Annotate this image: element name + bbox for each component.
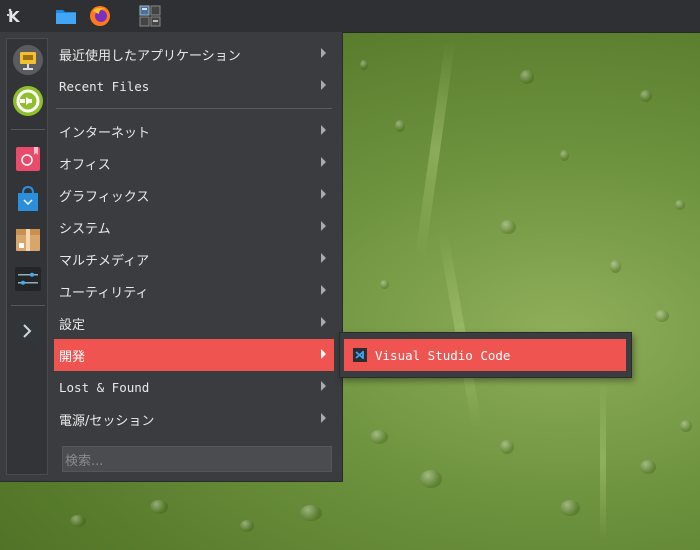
menu-item-internet[interactable]: インターネット (54, 115, 334, 147)
menu-item-multimedia[interactable]: マルチメディア (54, 243, 334, 275)
submenu-arrow-icon (321, 157, 326, 167)
kde-launcher-button[interactable]: K (4, 4, 28, 28)
favorite-discover[interactable] (12, 183, 44, 215)
submenu-arrow-icon (321, 189, 326, 199)
favorite-debian-package[interactable] (12, 143, 44, 175)
development-submenu: Visual Studio Code (339, 332, 632, 378)
menu-item-system[interactable]: システム (54, 211, 334, 243)
menu-item-label: グラフィックス (59, 189, 150, 205)
menu-item-recent-files[interactable]: Recent Files (54, 70, 334, 102)
menu-item-label: オフィス (59, 157, 111, 173)
firefox-button[interactable] (88, 4, 112, 28)
favorite-package-box[interactable] (12, 223, 44, 255)
folder-icon (56, 10, 76, 24)
submenu-item-vscode[interactable]: Visual Studio Code (344, 339, 626, 371)
debian-package-icon (16, 147, 40, 171)
virtual-desktop-pager[interactable] (138, 4, 162, 28)
menu-item-label: マルチメディア (59, 253, 150, 269)
menu-item-power-session[interactable]: 電源/セッション (54, 403, 334, 435)
submenu-arrow-icon (321, 381, 326, 391)
menu-item-label: Lost & Found (59, 379, 150, 395)
search-placeholder: 検索... (65, 453, 104, 469)
submenu-item-label: Visual Studio Code (375, 347, 511, 363)
pager-icon (139, 5, 161, 27)
menu-item-settings[interactable]: 設定 (54, 307, 334, 339)
submenu-arrow-icon (321, 413, 326, 423)
favorite-logout[interactable] (12, 85, 44, 117)
terminal-icon (15, 319, 41, 343)
menu-item-label: システム (59, 221, 111, 237)
favorites-separator (11, 129, 45, 130)
submenu-arrow-icon (321, 221, 326, 231)
menu-item-development[interactable]: 開発 (54, 339, 334, 371)
discover-store-icon (18, 185, 38, 211)
menu-item-utilities[interactable]: ユーティリティ (54, 275, 334, 307)
favorite-system-settings[interactable] (12, 263, 44, 295)
menu-item-recent-apps[interactable]: 最近使用したアプリケーション (54, 38, 334, 70)
menu-item-label: Recent Files (59, 78, 150, 94)
submenu-arrow-icon (321, 80, 326, 90)
package-box-icon (16, 229, 40, 251)
favorites-separator (11, 305, 45, 306)
submenu-arrow-icon (321, 317, 326, 327)
application-menu: 最近使用したアプリケーション Recent Files インターネット オフィス… (0, 32, 343, 482)
menu-item-graphics[interactable]: グラフィックス (54, 179, 334, 211)
menu-item-label: 最近使用したアプリケーション (59, 48, 241, 64)
submenu-arrow-icon (321, 349, 326, 359)
submenu-arrow-icon (321, 48, 326, 58)
favorite-terminal[interactable] (12, 315, 44, 347)
search-input[interactable]: 検索... (62, 446, 332, 472)
logout-icon (13, 86, 43, 116)
favorites-bar (6, 38, 48, 475)
menu-item-label: インターネット (59, 125, 151, 141)
menu-item-lost-found[interactable]: Lost & Found (54, 371, 334, 403)
menu-item-label: ユーティリティ (59, 285, 149, 301)
menu-item-label: 設定 (59, 317, 86, 333)
submenu-arrow-icon (321, 253, 326, 263)
menu-item-office[interactable]: オフィス (54, 147, 334, 179)
system-settings-icon (15, 267, 41, 291)
menu-item-label: 開発 (59, 349, 86, 365)
submenu-arrow-icon (321, 125, 326, 135)
presentation-icon (13, 45, 43, 75)
top-panel: K (0, 0, 700, 33)
file-manager-button[interactable] (54, 4, 78, 28)
favorite-presentation[interactable] (12, 44, 44, 76)
menu-item-label: 電源/セッション (59, 413, 155, 429)
vscode-icon (353, 348, 367, 362)
firefox-icon (90, 6, 110, 26)
kde-icon: K (6, 8, 21, 26)
submenu-arrow-icon (321, 285, 326, 295)
menu-separator (56, 108, 332, 109)
